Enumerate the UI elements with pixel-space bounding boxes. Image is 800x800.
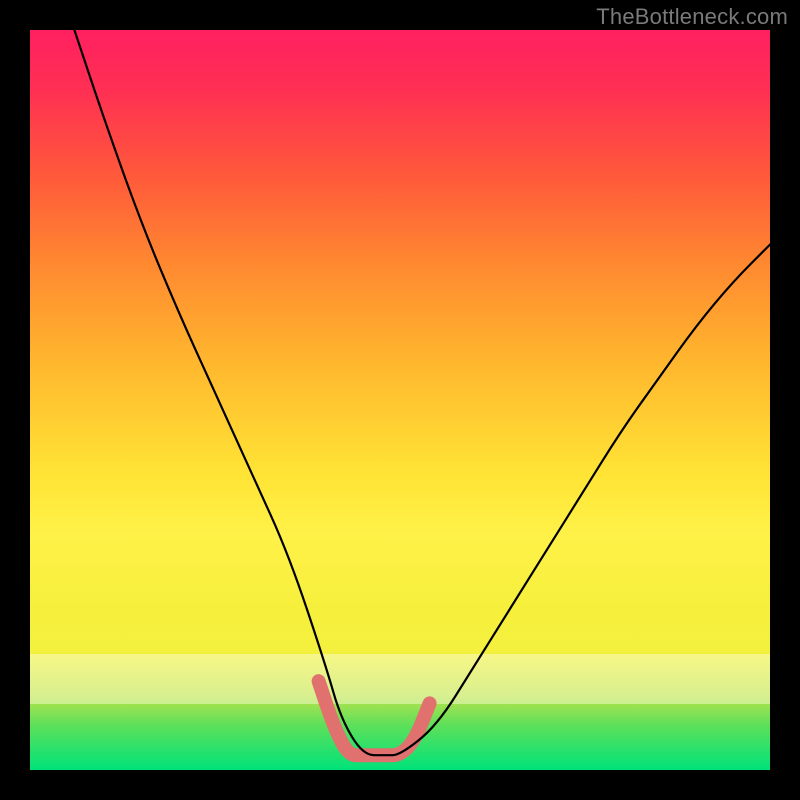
watermark-text: TheBottleneck.com — [596, 4, 788, 30]
chart-frame: TheBottleneck.com — [0, 0, 800, 800]
bottleneck-curve — [74, 30, 770, 755]
plot-area — [30, 30, 770, 770]
curve-svg — [30, 30, 770, 770]
